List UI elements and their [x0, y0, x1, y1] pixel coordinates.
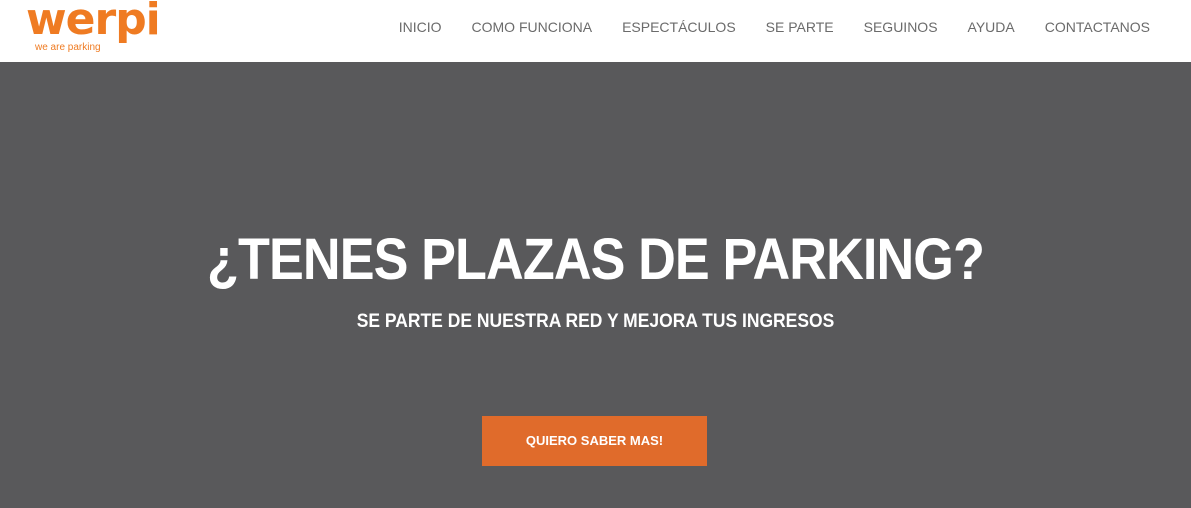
nav-item-inicio[interactable]: INICIO [399, 19, 442, 35]
hero-title: ¿TENES PLAZAS DE PARKING? [207, 227, 985, 292]
page: werpi we are parking INICIO COMO FUNCION… [0, 0, 1191, 508]
nav-item-espectaculos[interactable]: ESPECTÁCULOS [622, 19, 736, 35]
hero-subtitle: SE PARTE DE NUESTRA RED Y MEJORA TUS ING… [356, 311, 835, 332]
top-navbar: werpi we are parking INICIO COMO FUNCION… [0, 0, 1191, 62]
main-nav: INICIO COMO FUNCIONA ESPECTÁCULOS SE PAR… [399, 0, 1150, 54]
hero-section: ¿TENES PLAZAS DE PARKING? SE PARTE DE NU… [0, 62, 1191, 508]
logo-wordmark: werpi [26, 0, 161, 45]
nav-item-ayuda[interactable]: AYUDA [968, 19, 1015, 35]
nav-item-contactanos[interactable]: CONTACTANOS [1045, 19, 1150, 35]
werpi-logo[interactable]: werpi we are parking [26, 0, 166, 60]
nav-item-seguinos[interactable]: SEGUINOS [864, 19, 938, 35]
nav-item-como-funciona[interactable]: COMO FUNCIONA [472, 19, 593, 35]
logo-tagline: we are parking [35, 42, 101, 53]
quiero-saber-mas-button[interactable]: QUIERO SABER MAS! [482, 416, 707, 466]
nav-item-se-parte[interactable]: SE PARTE [766, 19, 834, 35]
